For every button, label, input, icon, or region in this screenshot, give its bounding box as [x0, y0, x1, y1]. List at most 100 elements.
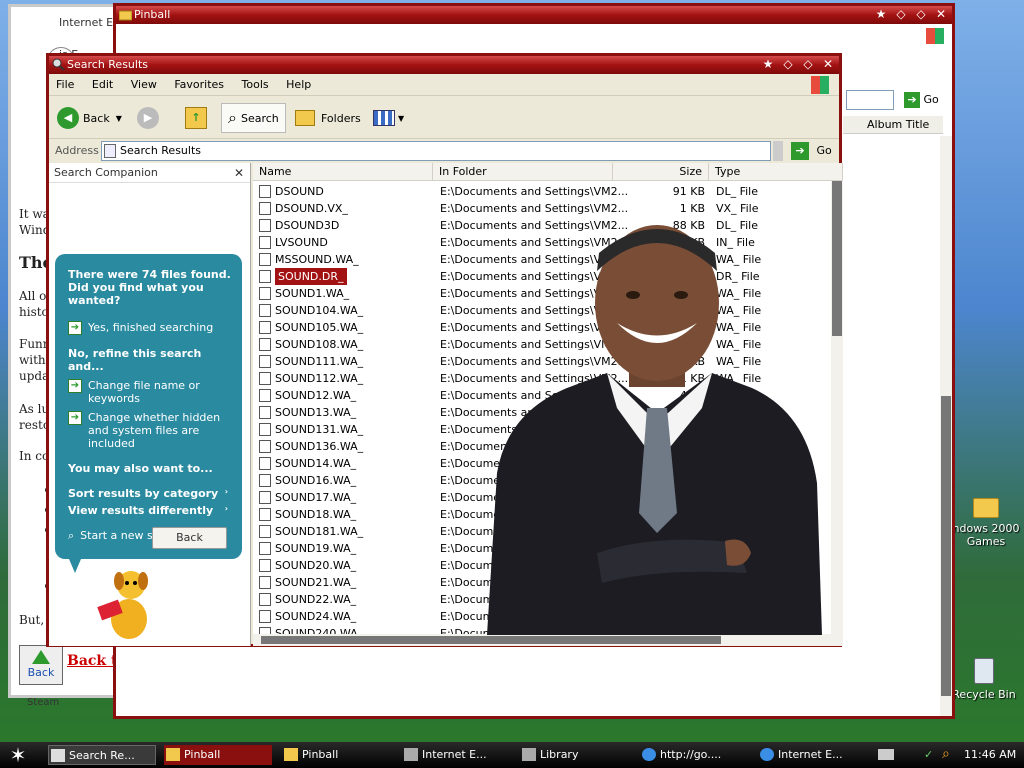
- search-button[interactable]: ⌕ Search: [221, 103, 286, 133]
- folder-icon: [295, 110, 315, 126]
- menu-edit[interactable]: Edit: [85, 74, 120, 96]
- folders-button[interactable]: Folders: [295, 103, 361, 133]
- change-hidden-files-option[interactable]: ➔ Change whether hidden and system files…: [68, 411, 234, 450]
- file-icon: [259, 219, 271, 232]
- file-name: SOUND24.WA_: [275, 610, 357, 623]
- file-icon: [259, 440, 271, 453]
- menu-tools[interactable]: Tools: [235, 74, 276, 96]
- address-dropdown[interactable]: [773, 141, 783, 161]
- close-icon[interactable]: ✕: [234, 163, 244, 183]
- pinball-scrollbar[interactable]: [940, 136, 952, 716]
- file-name: SOUND17.WA_: [275, 491, 357, 504]
- taskbar-item-http[interactable]: http://go....: [640, 745, 748, 765]
- chevron-down-icon[interactable]: ▼: [116, 114, 122, 123]
- file-name: SOUND14.WA_: [275, 457, 357, 470]
- file-name: SOUND131.WA_: [275, 423, 364, 436]
- maximize-button[interactable]: ◇: [914, 7, 928, 22]
- scroll-thumb[interactable]: [261, 636, 721, 644]
- desktop-icon-label: Recycle Bin: [952, 688, 1016, 701]
- address-input[interactable]: Search Results: [101, 141, 771, 161]
- desktop-icon-games[interactable]: ndows 2000 Games: [948, 498, 1024, 548]
- menu-help[interactable]: Help: [279, 74, 318, 96]
- file-name: SOUND12.WA_: [275, 389, 357, 402]
- file-icon: [259, 355, 271, 368]
- search-tray-icon[interactable]: ⌕: [942, 746, 950, 762]
- pinball-titlebar[interactable]: Pinball ★ ◇ ◇ ✕: [116, 6, 952, 24]
- taskbar-item-search-results[interactable]: Search Re...: [48, 745, 156, 765]
- yes-finished-option[interactable]: ➔ Yes, finished searching: [68, 321, 234, 335]
- pinball-address-field[interactable]: [846, 90, 894, 110]
- change-file-name-option[interactable]: ➔ Change file name or keywords: [68, 379, 234, 405]
- windows-logo-icon: [926, 28, 944, 44]
- menu-file[interactable]: File: [49, 74, 81, 96]
- taskbar-item-internet-2[interactable]: Internet E...: [758, 745, 866, 765]
- menu-favorites[interactable]: Favorites: [167, 74, 231, 96]
- sidebar-back-button[interactable]: Back: [152, 527, 227, 549]
- pinball-go-button[interactable]: ➔ Go: [904, 90, 948, 110]
- minimize-button[interactable]: ◇: [894, 7, 908, 22]
- file-name: SOUND111.WA_: [275, 355, 364, 368]
- go-button[interactable]: ➔ Go: [791, 141, 835, 161]
- file-name: SOUND21.WA_: [275, 576, 357, 589]
- views-button[interactable]: ▼: [373, 103, 404, 133]
- minimize-button[interactable]: ◇: [781, 57, 795, 72]
- sort-results-option[interactable]: Sort results by category ›: [68, 487, 234, 500]
- scroll-thumb[interactable]: [941, 396, 951, 696]
- ie-back-button[interactable]: Back: [19, 645, 63, 685]
- taskbar-item-library[interactable]: Library: [520, 745, 628, 765]
- file-name: SOUND112.WA_: [275, 372, 364, 385]
- table-row[interactable]: DSOUND E:\Documents and Settings\VM2... 91…: [253, 183, 829, 200]
- scroll-thumb[interactable]: [832, 181, 842, 336]
- up-arrow-icon: ↑: [185, 107, 207, 129]
- results-vscrollbar[interactable]: [831, 181, 843, 634]
- chevron-right-icon: ›: [224, 487, 228, 496]
- search-icon: ⌕: [228, 108, 237, 127]
- menu-bar: File Edit View Favorites Tools Help: [49, 74, 839, 96]
- forward-button[interactable]: ▶: [137, 103, 159, 133]
- file-name: SOUND13.WA_: [275, 406, 357, 419]
- results-hscrollbar[interactable]: [253, 634, 843, 646]
- close-button[interactable]: ✕: [821, 57, 835, 72]
- file-icon: [259, 406, 271, 419]
- network-icon[interactable]: ✓: [924, 748, 936, 762]
- desktop-icon-recycle-bin[interactable]: Recycle Bin: [944, 658, 1024, 701]
- menu-view[interactable]: View: [124, 74, 164, 96]
- taskbar-item-internet-1[interactable]: Internet E...: [402, 745, 510, 765]
- file-icon: [259, 423, 271, 436]
- ie-text-line: As lu: [19, 402, 50, 416]
- column-header-name[interactable]: Name: [253, 163, 433, 181]
- results-header: Name In Folder Size Type: [253, 163, 843, 181]
- up-folder-button[interactable]: ↑: [185, 103, 207, 133]
- search-doc-icon: [104, 144, 116, 158]
- file-name: SOUND105.WA_: [275, 321, 364, 334]
- file-name: DSOUND.VX_: [275, 202, 348, 215]
- column-header-album-title[interactable]: Album Title: [843, 116, 943, 134]
- column-header-folder[interactable]: In Folder: [433, 163, 613, 181]
- file-icon: [259, 525, 271, 538]
- column-header-size[interactable]: Size: [613, 163, 709, 181]
- taskbar: ✶ Search Re... Pinball Pinball Internet …: [0, 742, 1024, 768]
- folder-icon: [119, 10, 132, 21]
- person-photo-overlay: [487, 225, 822, 635]
- chevron-down-icon[interactable]: ▼: [398, 114, 404, 123]
- view-results-option[interactable]: View results differently ›: [68, 504, 234, 517]
- clock: 11:46 AM: [964, 748, 1017, 761]
- taskbar-item-pinball-1[interactable]: Pinball: [164, 745, 272, 765]
- taskbar-item-pinball-2[interactable]: Pinball: [282, 745, 390, 765]
- file-icon: [259, 593, 271, 606]
- keyboard-icon[interactable]: [878, 749, 894, 760]
- table-row[interactable]: DSOUND.VX_ E:\Documents and Settings\VM2.…: [253, 200, 829, 217]
- file-icon: [259, 253, 271, 266]
- column-header-type[interactable]: Type: [709, 163, 843, 181]
- maximize-button[interactable]: ◇: [801, 57, 815, 72]
- star-icon[interactable]: ★: [874, 7, 888, 22]
- refine-heading: No, refine this search and...: [68, 347, 202, 373]
- start-button[interactable]: ✶: [4, 743, 32, 767]
- search-titlebar[interactable]: Search Results ★ ◇ ◇ ✕: [49, 56, 839, 74]
- file-size: 1 KB: [679, 202, 705, 215]
- close-button[interactable]: ✕: [934, 7, 948, 22]
- back-button[interactable]: ◀ Back ▼: [57, 103, 122, 133]
- file-icon: [259, 270, 271, 283]
- file-name: SOUND.DR_: [275, 268, 347, 285]
- star-icon[interactable]: ★: [761, 57, 775, 72]
